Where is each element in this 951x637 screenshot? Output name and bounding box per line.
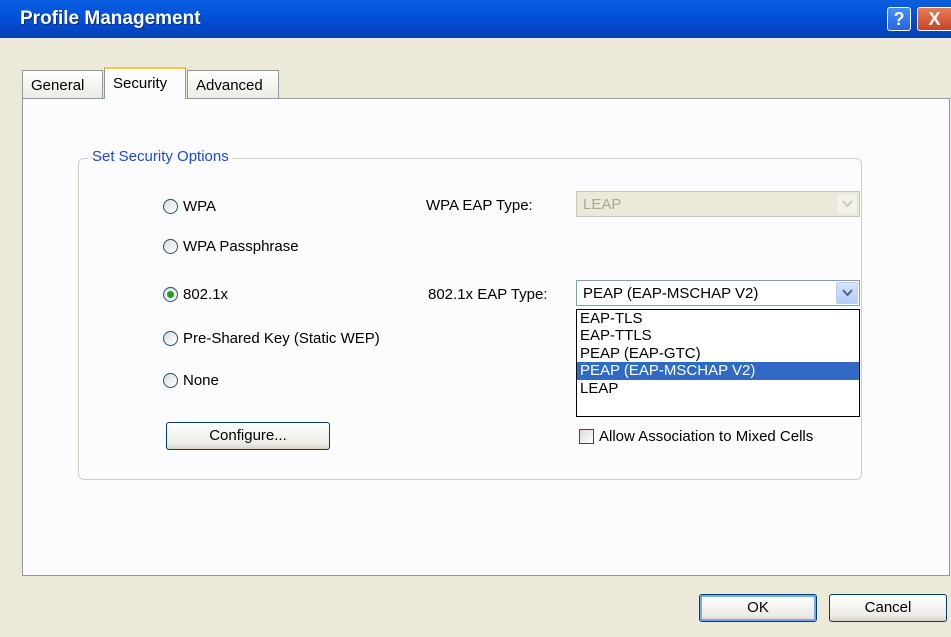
radio-label-pre-shared-key: Pre-Shared Key (Static WEP) bbox=[183, 330, 380, 347]
radio-wpa[interactable]: WPA bbox=[163, 198, 216, 215]
chevron-down-icon[interactable] bbox=[836, 193, 858, 215]
radio-icon bbox=[163, 199, 178, 214]
radio-label-wpa-passphrase: WPA Passphrase bbox=[183, 238, 299, 255]
dropdown-option[interactable]: LEAP bbox=[577, 380, 859, 397]
radio-selected-icon bbox=[163, 287, 178, 302]
wpa-eap-type-select[interactable]: LEAP bbox=[576, 191, 860, 217]
dropdown-option-selected[interactable]: PEAP (EAP-MSCHAP V2) bbox=[577, 362, 859, 380]
configure-button[interactable]: Configure... bbox=[166, 422, 330, 450]
radio-wpa-passphrase[interactable]: WPA Passphrase bbox=[163, 238, 299, 255]
dropdown-option[interactable]: EAP-TTLS bbox=[577, 327, 859, 344]
radio-pre-shared-key[interactable]: Pre-Shared Key (Static WEP) bbox=[163, 330, 380, 347]
radio-icon bbox=[163, 373, 178, 388]
dot1x-eap-type-select[interactable]: PEAP (EAP-MSCHAP V2) bbox=[576, 280, 860, 306]
wpa-eap-type-value: LEAP bbox=[583, 196, 622, 213]
tab-security[interactable]: Security bbox=[104, 67, 186, 99]
dropdown-option[interactable]: PEAP (EAP-GTC) bbox=[577, 345, 859, 362]
radio-label-802-1x: 802.1x bbox=[183, 286, 229, 303]
allow-mixed-cells-checkbox[interactable]: Allow Association to Mixed Cells bbox=[579, 428, 813, 445]
radio-label-none: None bbox=[183, 372, 219, 389]
close-button[interactable]: X bbox=[917, 7, 951, 31]
radio-icon bbox=[163, 239, 178, 254]
chevron-down-icon[interactable] bbox=[836, 282, 858, 304]
dot1x-eap-type-label: 802.1x EAP Type: bbox=[428, 286, 548, 303]
group-title: Set Security Options bbox=[88, 148, 233, 165]
tab-general[interactable]: General bbox=[22, 70, 103, 98]
ok-button[interactable]: OK bbox=[699, 594, 817, 622]
help-button[interactable]: ? bbox=[887, 7, 911, 31]
tab-advanced[interactable]: Advanced bbox=[187, 70, 279, 98]
radio-802-1x[interactable]: 802.1x bbox=[163, 286, 228, 303]
cancel-button[interactable]: Cancel bbox=[829, 594, 947, 622]
allow-mixed-cells-label: Allow Association to Mixed Cells bbox=[599, 428, 814, 445]
window-title: Profile Management bbox=[20, 8, 201, 29]
radio-label-wpa: WPA bbox=[183, 198, 217, 215]
wpa-eap-type-label: WPA EAP Type: bbox=[426, 197, 533, 214]
dot1x-eap-type-dropdown-list: EAP-TLS EAP-TTLS PEAP (EAP-GTC) PEAP (EA… bbox=[576, 309, 860, 417]
title-bar[interactable]: Profile Management ? X bbox=[0, 0, 951, 38]
radio-none[interactable]: None bbox=[163, 372, 219, 389]
checkbox-icon[interactable] bbox=[579, 429, 594, 444]
radio-icon bbox=[163, 331, 178, 346]
dot1x-eap-type-value: PEAP (EAP-MSCHAP V2) bbox=[583, 285, 759, 302]
dropdown-option[interactable]: EAP-TLS bbox=[577, 310, 859, 327]
